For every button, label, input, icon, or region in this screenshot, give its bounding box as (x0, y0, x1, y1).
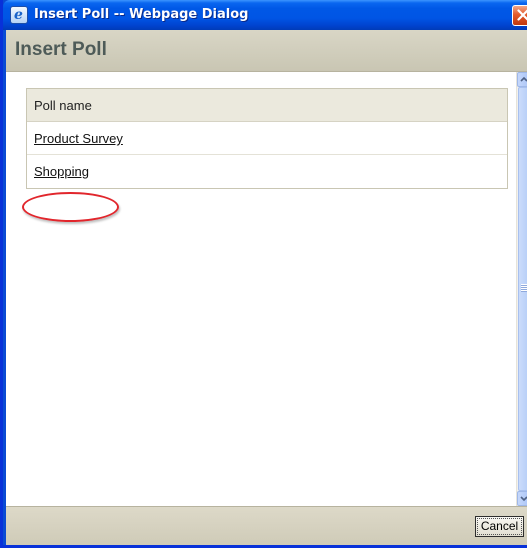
dialog-content: Poll name Product Survey Shopping (6, 72, 516, 506)
vertical-scrollbar[interactable] (516, 72, 527, 506)
column-header-poll-name: Poll name (27, 89, 507, 122)
dialog-window: e Insert Poll -- Webpage Dialog Insert P… (0, 0, 527, 548)
close-icon (517, 9, 527, 21)
dialog-client-area: Insert Poll Poll name Product Survey Sho… (6, 30, 527, 545)
poll-link-product-survey[interactable]: Product Survey (34, 131, 123, 146)
dialog-header: Insert Poll (6, 30, 527, 72)
scroll-up-button[interactable] (517, 72, 527, 87)
cancel-button[interactable]: Cancel (475, 516, 524, 537)
close-button[interactable] (512, 5, 527, 26)
dialog-footer: Cancel (6, 506, 527, 545)
poll-link-shopping[interactable]: Shopping (34, 164, 89, 179)
scroll-thumb[interactable] (518, 87, 527, 491)
table-row: Product Survey (27, 122, 507, 155)
ie-icon: e (10, 6, 28, 24)
grip-icon (521, 284, 527, 292)
poll-table: Poll name Product Survey Shopping (26, 88, 508, 189)
chevron-down-icon (520, 496, 527, 502)
title-bar[interactable]: e Insert Poll -- Webpage Dialog (3, 0, 527, 30)
page-title: Insert Poll (15, 39, 107, 60)
scroll-down-button[interactable] (517, 491, 527, 506)
table-row: Shopping (27, 155, 507, 188)
window-title: Insert Poll -- Webpage Dialog (34, 7, 249, 22)
chevron-up-icon (520, 76, 527, 82)
